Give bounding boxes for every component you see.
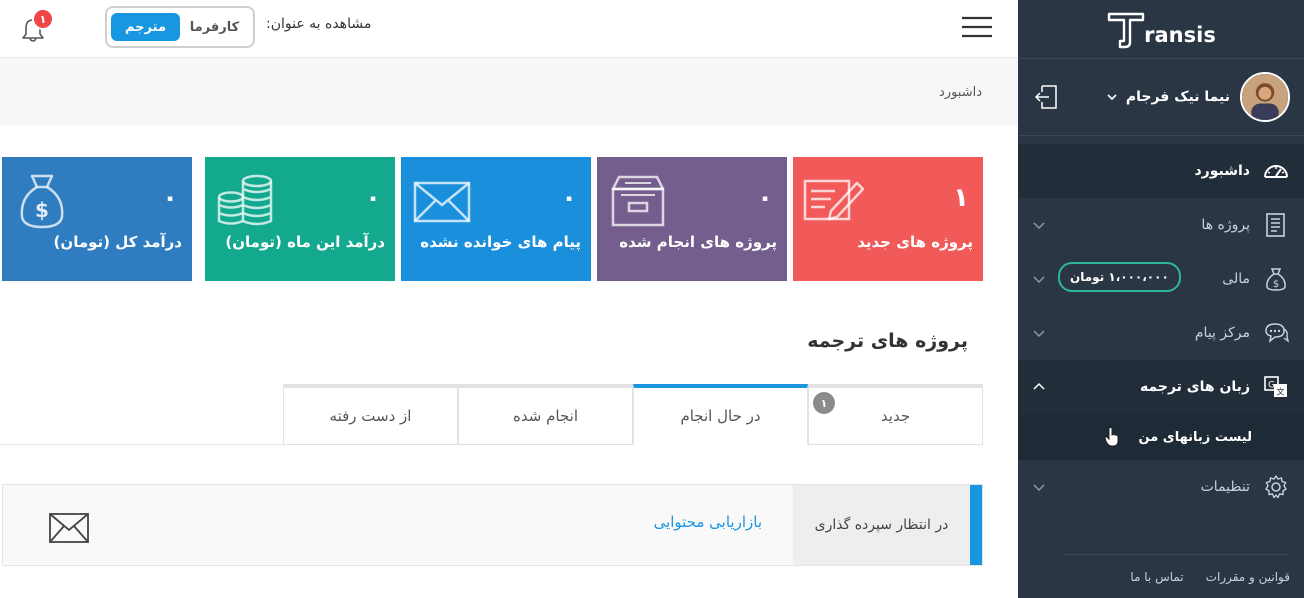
money-bag-icon: $ — [20, 174, 64, 229]
avatar[interactable] — [1240, 72, 1290, 122]
sidebar: ransis نیما نیک فرجام داشبورد پروژه ها $… — [1018, 0, 1304, 598]
tab-completed[interactable]: انجام شده — [458, 384, 633, 445]
sidebar-item-settings[interactable]: تنظیمات — [1018, 460, 1304, 514]
translate-icon: G 文 — [1264, 376, 1287, 397]
chevron-down-icon[interactable] — [1032, 327, 1046, 339]
tab-in-progress[interactable]: در حال انجام — [633, 384, 808, 445]
top-bar: مشاهده به عنوان: مترجم کارفرما ۱ — [0, 0, 1018, 58]
tab-label: در حال انجام — [680, 407, 761, 425]
project-title-link[interactable]: بازاریابی محتوایی — [654, 513, 762, 531]
card-monthly-income[interactable]: ۰ درآمد این ماه (تومان) — [205, 157, 395, 281]
tab-label: از دست رفته — [329, 407, 412, 425]
sidebar-item-projects[interactable]: پروژه ها — [1018, 198, 1304, 252]
sidebar-subitem-my-languages[interactable]: لیست زبانهای من — [1018, 414, 1304, 460]
svg-text:$: $ — [1273, 279, 1279, 290]
chevron-down-icon[interactable] — [1032, 219, 1046, 231]
tab-new[interactable]: جدید ۱ — [808, 384, 983, 445]
card-title: درآمد کل (تومان) — [53, 233, 182, 251]
coin-stack-icon — [217, 174, 273, 226]
sidebar-subitem-label: لیست زبانهای من — [1138, 429, 1252, 445]
role-translator-option[interactable]: مترجم — [111, 13, 180, 41]
project-status-label: در انتظار سپرده گذاری — [814, 517, 949, 533]
money-bag-icon: $ — [1266, 268, 1286, 291]
notification-badge: ۱ — [32, 8, 54, 30]
card-value: ۰ — [365, 183, 381, 213]
card-unread-messages[interactable]: ۰ پیام های خوانده نشده — [401, 157, 591, 281]
card-total-income[interactable]: ۰ درآمد کل (تومان) $ — [2, 157, 192, 281]
card-title: پیام های خوانده نشده — [420, 233, 581, 251]
user-name[interactable]: نیما نیک فرجام — [1126, 89, 1230, 105]
sidebar-item-label: داشبورد — [1194, 163, 1251, 179]
tab-label: جدید — [880, 407, 911, 425]
role-toggle[interactable]: مترجم کارفرما — [105, 6, 255, 48]
role-employer-option[interactable]: کارفرما — [180, 13, 249, 41]
breadcrumb-current[interactable]: داشبورد — [939, 85, 982, 100]
tab-count-badge: ۱ — [813, 392, 835, 414]
hamburger-menu-icon[interactable] — [962, 16, 992, 38]
gear-icon — [1265, 475, 1287, 499]
sidebar-item-label: زبان های ترجمه — [1140, 379, 1250, 395]
card-title: درآمد این ماه (تومان) — [225, 233, 385, 251]
envelope-icon — [413, 181, 471, 223]
card-title: پروژه های انجام شده — [619, 233, 777, 251]
envelope-icon[interactable] — [49, 513, 89, 543]
svg-text:文: 文 — [1277, 387, 1285, 397]
card-value: ۰ — [561, 183, 577, 213]
card-completed-projects[interactable]: ۰ پروژه های انجام شده — [597, 157, 787, 281]
sidebar-item-finance[interactable]: $ مالی ۱،۰۰۰،۰۰۰ تومان — [1018, 252, 1304, 306]
hand-cursor-icon — [1104, 427, 1119, 447]
project-status-accent — [970, 485, 982, 565]
sidebar-item-label: مرکز پیام — [1194, 325, 1250, 341]
project-status: در انتظار سپرده گذاری — [793, 485, 970, 565]
tab-label: انجام شده — [513, 407, 578, 425]
breadcrumb: داشبورد — [0, 58, 1018, 126]
archive-box-icon — [611, 175, 665, 227]
balance-badge: ۱،۰۰۰،۰۰۰ تومان — [1058, 262, 1181, 292]
logout-icon[interactable] — [1034, 83, 1060, 111]
sidebar-item-messages[interactable]: مرکز پیام — [1018, 306, 1304, 360]
project-row[interactable]: در انتظار سپرده گذاری بازاریابی محتوایی — [2, 484, 983, 566]
view-as-label: مشاهده به عنوان: — [266, 16, 372, 32]
chevron-down-icon[interactable] — [1032, 273, 1046, 285]
chevron-down-icon[interactable] — [1032, 481, 1046, 493]
sidebar-item-label: مالی — [1222, 271, 1250, 287]
sidebar-nav: داشبورد پروژه ها $ مالی ۱،۰۰۰،۰۰۰ تومان — [1018, 144, 1304, 514]
card-value: ۰ — [162, 183, 178, 213]
brand-logo[interactable]: ransis — [1018, 0, 1304, 58]
chat-bubbles-icon — [1265, 323, 1290, 343]
card-new-projects[interactable]: ۱ پروژه های جدید — [793, 157, 983, 281]
chevron-up-icon[interactable] — [1032, 381, 1046, 393]
document-list-icon — [1266, 213, 1285, 237]
chevron-down-icon[interactable] — [1106, 91, 1118, 103]
user-profile[interactable]: نیما نیک فرجام — [1018, 58, 1304, 136]
projects-section-title: پروژه های ترجمه — [807, 330, 968, 352]
card-value: ۰ — [757, 183, 773, 213]
brand-name: ransis — [1144, 23, 1216, 47]
card-title: پروژه های جدید — [857, 233, 973, 251]
sidebar-item-dashboard[interactable]: داشبورد — [1018, 144, 1304, 198]
rules-link[interactable]: قوانین و مقررات — [1206, 570, 1290, 584]
pen-paper-icon — [803, 179, 865, 221]
sidebar-footer: تماس با ما قوانین و مقررات — [1064, 554, 1290, 598]
sidebar-item-label: پروژه ها — [1201, 217, 1250, 233]
sidebar-item-languages[interactable]: G 文 زبان های ترجمه — [1018, 360, 1304, 414]
logo-t-icon — [1107, 12, 1145, 49]
dashboard-gauge-icon — [1264, 165, 1288, 178]
card-value: ۱ — [953, 183, 969, 213]
svg-text:$: $ — [35, 198, 49, 222]
tab-lost[interactable]: از دست رفته — [283, 384, 458, 445]
contact-link[interactable]: تماس با ما — [1130, 570, 1183, 584]
sidebar-item-label: تنظیمات — [1200, 479, 1250, 495]
svg-text:G: G — [1268, 381, 1275, 391]
